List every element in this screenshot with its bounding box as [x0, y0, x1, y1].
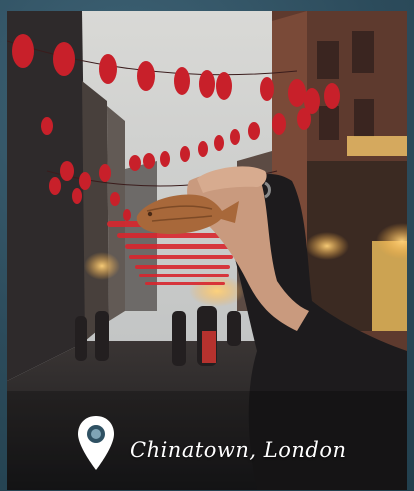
location-pin-icon [78, 416, 114, 470]
card-frame: Chinatown, London [0, 0, 414, 491]
location-name: Chinatown, London [130, 438, 347, 462]
location-caption: Chinatown, London [76, 414, 347, 472]
